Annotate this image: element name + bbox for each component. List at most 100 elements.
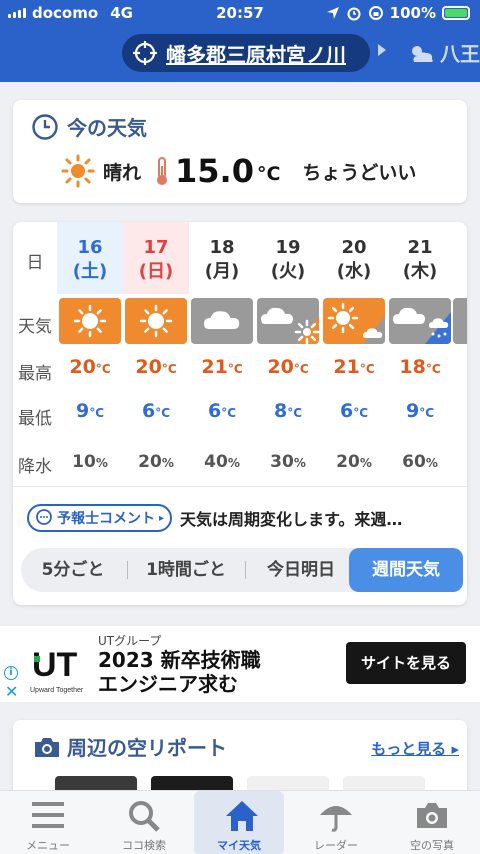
weather-cloudy-icon — [191, 298, 253, 344]
forecaster-comment-label: 予報士コメント — [57, 511, 155, 527]
tab-5min[interactable]: 5分ごと — [21, 548, 125, 592]
forecast-date: 18 — [209, 237, 235, 258]
speech-bubble-icon — [36, 509, 52, 525]
forecast-rain-chance-value: 60 — [402, 452, 426, 472]
ad-company: UTグループ — [98, 634, 162, 648]
tab-weekly[interactable]: 週間天気 — [349, 548, 463, 592]
forecast-rain-chance-value: 30 — [270, 452, 294, 472]
forecast-high-value: 18 — [399, 356, 426, 378]
weather-cloudy-icon — [453, 298, 467, 344]
forecast-day-column-partial[interactable] — [453, 298, 467, 344]
location-selector[interactable]: 幡多郡三原村宮ノ川 — [122, 34, 370, 72]
current-weather-card: 今の天気 晴れ 15.0 °C ちょうどいい — [13, 100, 467, 203]
forecast-low-value: 9 — [75, 400, 90, 422]
forecast-high-value: 20 — [267, 356, 294, 378]
weather-cloudy-then-rain-icon — [389, 298, 451, 344]
location-arrow-icon — [326, 7, 339, 19]
forecast-date: 16 — [77, 237, 103, 258]
forecast-low-value: 6 — [207, 400, 222, 422]
forecast-high-unit: °C — [293, 362, 309, 376]
search-icon — [129, 801, 160, 832]
forecast-rain-chance: 20% — [321, 452, 387, 472]
forecast-high: 20°C — [255, 356, 321, 378]
weekly-forecast-card: 日 天気 最高 最低 降水 16 (土) 20°C 9°C 10% 17 (日) 20°C 6°… — [13, 222, 467, 605]
forecast-low-unit: °C — [287, 406, 303, 420]
forecast-rain-chance-unit: % — [293, 456, 306, 470]
advertisement[interactable]: i ✕ UT Upward Together UTグループ 2023 新卒技術職… — [0, 626, 480, 702]
tab-today-tomorrow[interactable]: 今日明日 — [247, 548, 355, 592]
ad-cta-button[interactable]: サイトを見る — [346, 642, 466, 684]
forecast-low-value: 9 — [405, 400, 420, 422]
weather-sunny-then-cloudy-icon — [323, 298, 385, 344]
nav-menu[interactable]: メニュー — [0, 791, 96, 854]
alarm-icon — [347, 7, 361, 21]
forecast-day-column[interactable]: 16 (土) 20°C 9°C 10% — [57, 222, 123, 484]
forecaster-comment-button[interactable]: 予報士コメント ▸ — [27, 504, 173, 532]
forecast-rain-chance: 20% — [123, 452, 189, 472]
row-label-rain: 降水 — [18, 457, 52, 477]
nav-my-weather[interactable]: マイ天気 — [194, 791, 284, 854]
forecast-high: 20°C — [57, 356, 123, 378]
nav-my-weather-label: マイ天気 — [217, 839, 261, 852]
forecast-low: 6°C — [321, 400, 387, 422]
tab-separator — [245, 561, 246, 579]
tab-hourly[interactable]: 1時間ごと — [129, 548, 243, 592]
forecast-low: 9°C — [57, 400, 123, 422]
next-location-name: 八王 — [440, 42, 480, 66]
ad-logo-text: UT — [32, 646, 78, 684]
forecast-day-column[interactable]: 20 (水) 21°C 6°C 20% — [321, 222, 387, 484]
forecast-weekday: (月) — [204, 261, 240, 282]
row-label-day: 日 — [26, 253, 44, 273]
forecast-high-value: 20 — [135, 356, 162, 378]
forecast-high: 18°C — [387, 356, 453, 378]
nav-radar-label: レーダー — [314, 839, 358, 852]
forecast-high-unit: °C — [425, 362, 441, 376]
forecast-day-column[interactable]: 19 (火) 20°C 8°C 30% — [255, 222, 321, 484]
forecast-low-unit: °C — [221, 406, 237, 420]
current-location-icon — [133, 41, 157, 65]
ad-logo: UT Upward Together — [30, 646, 84, 694]
row-label-low: 最低 — [18, 409, 52, 429]
forecast-high-value: 21 — [201, 356, 228, 378]
forecaster-comment[interactable]: 予報士コメント ▸ 天気は周期変化します。来週… — [27, 504, 402, 532]
sky-report-more-link[interactable]: もっと見る ▸ — [371, 738, 459, 759]
location-name: 幡多郡三原村宮ノ川 — [166, 42, 346, 67]
nav-search-label: ココ検索 — [122, 839, 166, 852]
forecast-rain-chance-unit: % — [95, 456, 108, 470]
nav-radar[interactable]: レーダー — [288, 791, 384, 854]
next-location[interactable]: 八王 — [406, 38, 480, 67]
status-bar: docomo 4G 20:57 100% — [0, 0, 480, 26]
forecast-low: 6°C — [189, 400, 255, 422]
forecast-rain-chance-unit: % — [227, 456, 240, 470]
weather-sunny-icon — [125, 298, 187, 344]
ad-logo-sub: Upward Together — [30, 687, 84, 694]
sun-icon — [61, 154, 95, 188]
ad-headline-line2: エンジニア求む — [98, 672, 238, 696]
forecast-date: 17 — [143, 237, 169, 258]
next-location-arrow-icon[interactable] — [378, 44, 386, 56]
weather-cloudy-then-sunny-icon — [257, 298, 319, 344]
forecast-high-unit: °C — [95, 362, 111, 376]
temperature-unit: °C — [256, 163, 281, 185]
sky-report-more-label: もっと見る — [371, 740, 447, 758]
ad-info-icon[interactable]: i — [4, 666, 18, 680]
nav-search[interactable]: ココ検索 — [96, 791, 192, 854]
ad-close-icon[interactable]: ✕ — [5, 682, 18, 701]
sky-report-title: 周辺の空リポート — [67, 736, 227, 760]
clock-icon — [32, 113, 58, 140]
forecast-day-column[interactable]: 17 (日) 20°C 6°C 20% — [123, 222, 189, 484]
rotation-lock-icon — [368, 6, 383, 20]
chevron-right-icon: ▸ — [159, 512, 165, 524]
forecast-day-column[interactable]: 21 (木) 18°C 9°C 60% — [387, 222, 453, 484]
row-label-weather: 天気 — [18, 317, 52, 337]
nav-sky-photos[interactable]: 空の写真 — [384, 791, 480, 854]
camera-icon — [417, 803, 447, 828]
forecast-weekday: (日) — [138, 261, 174, 282]
thermometer-icon — [157, 157, 168, 185]
forecast-rain-chance: 40% — [189, 452, 255, 472]
forecast-weekday: (火) — [270, 261, 306, 282]
forecast-day-column[interactable]: 18 (月) 21°C 6°C 40% — [189, 222, 255, 484]
forecast-high: 21°C — [189, 356, 255, 378]
forecast-high-unit: °C — [227, 362, 243, 376]
current-condition: 晴れ — [103, 161, 142, 184]
